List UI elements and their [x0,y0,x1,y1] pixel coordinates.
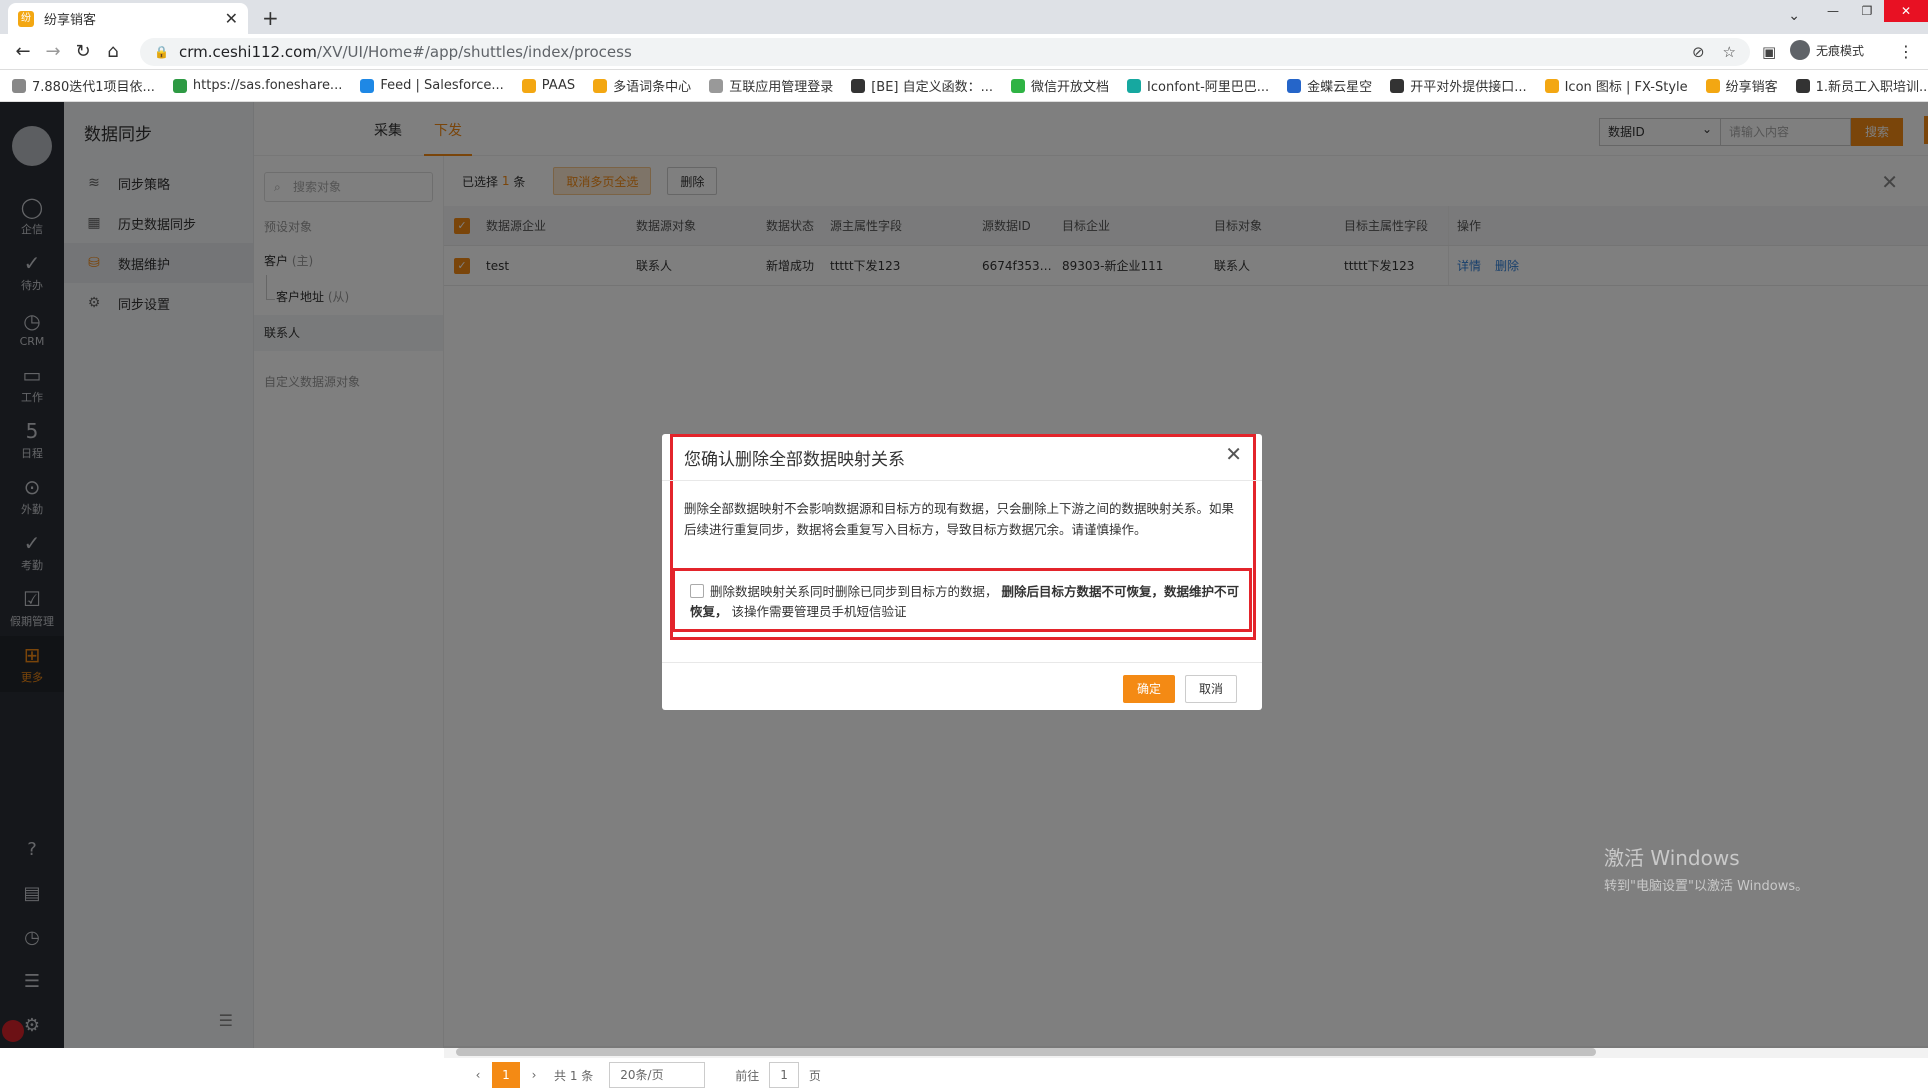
bookmark-favicon-icon [1705,78,1720,93]
bookmark-item[interactable]: 纷享销客 [1705,76,1778,95]
windows-watermark: 激活 Windows 转到"电脑设置"以激活 Windows。 [1604,842,1808,894]
profile-label: 无痕模式 [1816,43,1865,58]
bookmark-favicon-icon [1795,78,1810,93]
url-path: /XV/UI/Home#/app/shuttles/index/process [316,43,632,61]
confirm-button[interactable]: 确定 [1123,675,1175,703]
home-icon[interactable]: ⌂ [98,41,128,62]
browser-tabbar: 纷 纷享销客 ✕ + ⌄ — ❐ ✕ [0,0,1928,34]
bookmark-favicon-icon [1127,78,1142,93]
bookmark-label: 互联应用管理登录 [729,80,834,95]
confirm-delete-dialog: 您确认删除全部数据映射关系 ✕ 删除全部数据映射不会影响数据源和目标方的现有数据… [662,434,1262,710]
incognito-icon [1790,40,1810,60]
bookmark-item[interactable]: Iconfont-阿里巴巴... [1127,76,1269,95]
browser-menu-icon[interactable]: ⋮ [1898,42,1914,61]
dialog-title: 您确认删除全部数据映射关系 [684,450,905,470]
option-note: 该操作需要管理员手机短信验证 [731,604,907,619]
tab-search-icon[interactable]: ⌄ [1788,8,1800,24]
bookmark-item[interactable]: 多语词条中心 [593,76,691,95]
url-input[interactable]: 🔒 crm.ceshi112.com /XV/UI/Home#/app/shut… [140,38,1750,66]
bookmark-label: 开平对外提供接口... [1410,80,1527,95]
bookmark-label: 金蝶云星空 [1307,80,1373,95]
delete-target-data-checkbox[interactable] [690,584,704,598]
dialog-message: 删除全部数据映射不会影响数据源和目标方的现有数据，只会删除上下游之间的数据映射关… [684,501,1235,537]
lock-icon[interactable]: 🔒 [154,45,169,59]
bookmark-favicon-icon [172,78,187,93]
bookmark-favicon-icon [593,78,608,93]
bookmark-favicon-icon [1390,78,1405,93]
watermark-line1: 激活 Windows [1604,846,1740,870]
tab-close-icon[interactable]: ✕ [225,9,238,28]
bookmark-item[interactable]: PAAS [521,78,576,93]
bookmark-favicon-icon [851,78,866,93]
bookmark-label: https://sas.foneshare... [192,78,343,93]
scrollbar-thumb[interactable] [456,1048,1596,1056]
back-icon[interactable]: ← [8,41,38,62]
page-size-select[interactable]: 20条/页 [609,1062,706,1088]
forward-icon[interactable]: → [38,41,68,62]
url-host: crm.ceshi112.com [178,43,317,61]
bookmark-favicon-icon [1287,78,1302,93]
cancel-button[interactable]: 取消 [1185,675,1237,703]
tracking-off-icon[interactable]: ⊘ [1692,43,1705,61]
pagination: ‹ 1 › 共 1 条 20条/页 前往 1 页 [444,1062,821,1088]
bookmarks-bar: 7.880迭代1项目依... https://sas.foneshare... Fe… [0,70,1928,102]
bookmark-label: PAAS [541,78,576,93]
page-suffix: 页 [808,1068,821,1083]
bookmark-item[interactable]: Icon 图标 | FX-Style [1544,76,1688,95]
tab-title: 纷享销客 [44,13,97,28]
bookmark-item[interactable]: 7.880迭代1项目依... [12,76,155,95]
prev-page-icon[interactable]: ‹ [464,1062,492,1088]
bookmark-label: [BE] 自定义函数：... [871,80,994,95]
bookmark-item[interactable]: 开平对外提供接口... [1390,76,1527,95]
option-text: 删除数据映射关系同时删除已同步到目标方的数据， [710,584,998,599]
page-current[interactable]: 1 [492,1062,520,1088]
bookmark-favicon-icon [12,78,26,93]
sidepanel-icon[interactable]: ▣ [1762,43,1776,61]
bookmark-label: 多语词条中心 [613,80,692,95]
watermark-line2: 转到"电脑设置"以激活 Windows。 [1604,879,1809,894]
bookmark-star-icon[interactable]: ☆ [1723,43,1736,61]
bookmark-label: Iconfont-阿里巴巴... [1147,80,1270,95]
bookmark-label: 7.880迭代1项目依... [32,80,155,95]
bookmark-item[interactable]: 金蝶云星空 [1287,76,1372,95]
dialog-close-icon[interactable]: ✕ [1225,442,1242,466]
bookmark-item[interactable]: https://sas.foneshare... [172,78,343,93]
favicon-icon: 纷 [18,10,34,27]
bookmark-favicon-icon [709,78,724,93]
bookmark-favicon-icon [360,78,375,93]
bookmark-label: 纷享销客 [1725,80,1778,95]
bookmark-label: 1.新员工入职培训... [1815,80,1928,95]
new-tab-icon[interactable]: + [262,6,279,30]
window-controls: — ❐ ✕ [1816,0,1928,22]
goto-label: 前往 [735,1068,760,1083]
bookmark-favicon-icon [1544,78,1559,93]
restore-icon[interactable]: ❐ [1850,0,1884,22]
bookmark-item[interactable]: 互联应用管理登录 [709,76,833,95]
bookmark-label: 微信开放文档 [1031,80,1110,95]
incognito-profile[interactable]: 无痕模式 [1790,40,1864,60]
address-bar-row: ← → ↻ ⌂ 🔒 crm.ceshi112.com /XV/UI/Home#/… [0,34,1928,70]
dialog-divider [662,480,1262,481]
minimize-icon[interactable]: — [1816,0,1850,22]
goto-input[interactable]: 1 [769,1062,799,1088]
dialog-footer-divider [662,662,1262,663]
bookmark-item[interactable]: 1.新员工入职培训... [1795,76,1928,95]
bookmark-favicon-icon [1011,78,1026,93]
bookmark-label: Feed | Salesforce... [380,78,504,93]
bookmark-favicon-icon [521,78,536,93]
bookmark-item[interactable]: Feed | Salesforce... [360,78,504,93]
bookmark-label: Icon 图标 | FX-Style [1564,80,1688,95]
bookmark-item[interactable]: 微信开放文档 [1011,76,1109,95]
bookmark-item[interactable]: [BE] 自定义函数：... [851,76,993,95]
delete-target-data-option[interactable]: 删除数据映射关系同时删除已同步到目标方的数据， 删除后目标方数据不可恢复，数据维… [690,582,1240,622]
browser-tab[interactable]: 纷 纷享销客 ✕ [8,3,248,34]
reload-icon[interactable]: ↻ [68,41,98,62]
page-total: 共 1 条 [554,1068,594,1083]
window-close-icon[interactable]: ✕ [1884,0,1928,22]
next-page-icon[interactable]: › [520,1062,548,1088]
